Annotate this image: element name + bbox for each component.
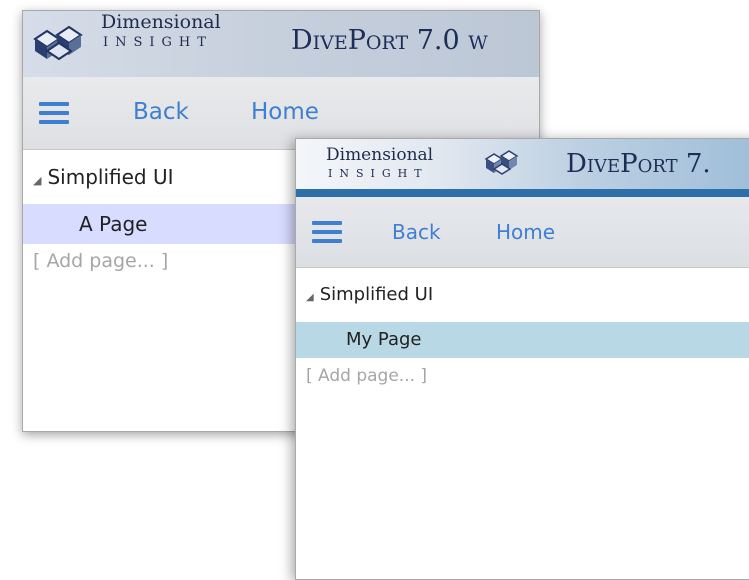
toolbar: Back Home [296, 197, 749, 268]
banner-accent-stripe [296, 189, 749, 197]
home-button[interactable]: Home [496, 220, 555, 244]
brand-name-top: Dimensional [101, 11, 221, 33]
tree-item-label: My Page [346, 329, 422, 350]
tree-root-label: Simplified UI [47, 165, 174, 189]
hamburger-menu-icon[interactable] [39, 102, 69, 124]
home-button[interactable]: Home [251, 99, 319, 125]
page-tree: ◢ Simplified UI My Page [ Add page... ] [296, 268, 749, 579]
tree-root-label: Simplified UI [319, 284, 434, 305]
app-banner: Dimensional INSIGHT DivePort 7.0 w [23, 11, 539, 77]
product-title: DivePort 7. [566, 149, 711, 179]
brand-name-top: Dimensional [326, 145, 434, 165]
hamburger-menu-icon[interactable] [312, 221, 342, 243]
product-title: DivePort 7.0 w [291, 25, 488, 56]
back-button[interactable]: Back [133, 99, 189, 125]
tree-root-simplified-ui[interactable]: ◢ Simplified UI [296, 268, 749, 322]
expanded-triangle-icon[interactable]: ◢ [306, 271, 314, 325]
tree-item-label: A Page [79, 212, 148, 236]
app-banner: Dimensional INSIGHT DivePort 7. [296, 139, 749, 197]
brand-name-bottom: INSIGHT [328, 167, 429, 180]
dimensional-insight-cube-logo-icon [484, 150, 519, 175]
back-button[interactable]: Back [392, 220, 441, 244]
add-page-link[interactable]: [ Add page... ] [33, 250, 168, 272]
brand-name-bottom: INSIGHT [103, 35, 213, 50]
expanded-triangle-icon[interactable]: ◢ [33, 154, 41, 208]
tree-item-my-page[interactable]: My Page [296, 322, 749, 358]
front-window: Dimensional INSIGHT DivePort 7. Back Hom… [295, 138, 749, 580]
add-page-link[interactable]: [ Add page... ] [306, 366, 427, 386]
dimensional-insight-cube-logo-icon [33, 25, 83, 61]
